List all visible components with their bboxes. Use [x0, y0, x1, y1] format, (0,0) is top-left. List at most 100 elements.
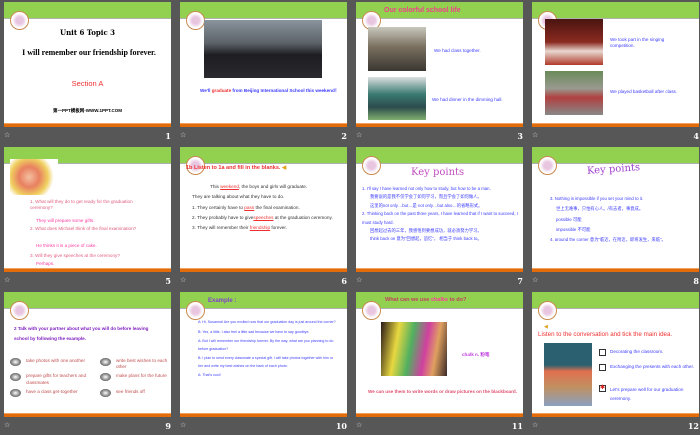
logo-icon — [538, 301, 557, 320]
slide-thumbnail-4[interactable]: We took part in the singing competition.… — [529, 0, 700, 145]
slide-3[interactable]: Our colorful school life We had class to… — [356, 2, 523, 127]
slide-title: I will remember our friendship forever. — [22, 48, 156, 57]
slide-thumbnail-11[interactable]: What can we use chalks to do? chalk n. 粉… — [353, 290, 529, 435]
option-1[interactable]: Decorating the classroom. — [599, 349, 695, 362]
slide-title: Our colorful school life — [384, 7, 461, 14]
animation-star-icon[interactable]: ☆ — [4, 131, 10, 139]
animation-star-icon[interactable]: ☆ — [532, 421, 538, 429]
chalk-photo — [381, 322, 447, 376]
footer-bar — [180, 123, 347, 127]
header-bar — [180, 292, 347, 309]
animation-star-icon[interactable]: ☆ — [4, 421, 10, 429]
checkbox[interactable] — [599, 364, 606, 371]
dining-hall-photo — [368, 77, 426, 120]
header-bar — [532, 292, 699, 309]
slide-6[interactable]: 1b Listen to 1a and fill in the blanks. … — [180, 147, 347, 272]
animation-star-icon[interactable]: ☆ — [180, 131, 186, 139]
students-illustration — [10, 159, 58, 195]
fill-blanks-text: This weekend, the boys and girls will gr… — [192, 184, 333, 231]
checkbox[interactable] — [599, 349, 606, 356]
slide-title: Example : — [208, 298, 237, 304]
checkbox-checked[interactable]: ✱ — [599, 385, 606, 392]
slide-10[interactable]: Example : A: Hi, Susanna! Are you excite… — [180, 292, 347, 417]
footer-bar — [356, 268, 523, 272]
option-2[interactable]: Exchanging the presents with each other. — [599, 362, 695, 385]
example-dialogue: A: Hi, Susanna! Are you excited now that… — [198, 320, 336, 378]
graduation-photo — [204, 20, 322, 78]
answer-2: He thinks it is a piece of cake. — [36, 243, 97, 248]
slide-caption: We can use them to write words or draw p… — [368, 389, 517, 394]
slide-number: 3 — [517, 131, 523, 141]
header-bar — [532, 2, 699, 19]
slide-thumbnail-7[interactable]: Key points 1. I'll say I have learned no… — [353, 145, 529, 290]
slide-caption: We'll graduate from Beijing Internationa… — [200, 88, 340, 93]
list-item: prepare gifts for teachers and classmate… — [10, 373, 100, 385]
animation-star-icon[interactable]: ☆ — [356, 276, 362, 284]
footer-bar — [4, 123, 171, 127]
slide-thumbnail-2[interactable]: We'll graduate from Beijing Internationa… — [177, 0, 353, 145]
key-points-text: 1. I'll say I have learned not only how … — [362, 186, 518, 242]
slide-number: 7 — [517, 276, 523, 286]
option-3[interactable]: ✱ Let's prepare well for our graduation c… — [599, 385, 695, 403]
slide-title: Key points — [586, 162, 641, 177]
bullet-icon — [100, 388, 111, 397]
list-item: see friends off — [100, 388, 170, 397]
question-1: 1. What will they do to get ready for th… — [30, 199, 133, 211]
slide-7[interactable]: Key points 1. I'll say I have learned no… — [356, 147, 523, 272]
animation-star-icon[interactable]: ☆ — [356, 131, 362, 139]
slide-thumbnail-10[interactable]: Example : A: Hi, Susanna! Are you excite… — [177, 290, 353, 435]
footer-bar — [532, 123, 699, 127]
bullet-icon — [100, 358, 111, 366]
logo-icon — [362, 301, 381, 320]
animation-star-icon[interactable]: ☆ — [4, 276, 10, 284]
header-bar — [356, 147, 523, 164]
footer-bar — [180, 413, 347, 417]
caption-1: We took part in the singing competition. — [610, 37, 665, 49]
singing-photo — [545, 19, 603, 65]
classroom-photo — [368, 27, 426, 71]
header-bar — [180, 2, 347, 19]
slide-thumbnail-3[interactable]: Our colorful school life We had class to… — [353, 0, 529, 145]
slide-5[interactable]: 1. What will they do to get ready for th… — [4, 147, 171, 272]
basketball-photo — [545, 71, 603, 115]
slide-thumbnail-8[interactable]: Key points 3. Nothing is impossible if y… — [529, 145, 700, 290]
caption-1: We had class together. — [434, 48, 481, 53]
slide-thumbnail-1[interactable]: Unit 6 Topic 3 I will remember our frien… — [1, 0, 177, 145]
bullet-icon — [100, 373, 111, 382]
speaker-icon[interactable]: ◀ — [544, 324, 548, 331]
slide-title: Key points — [411, 167, 465, 178]
header-bar — [180, 147, 347, 164]
slide-section: Section A — [71, 79, 104, 88]
slide-12[interactable]: ◀ Listen to the conversation and tick th… — [532, 292, 699, 417]
slide-4[interactable]: We took part in the singing competition.… — [532, 2, 699, 127]
slide-title: What can we use chalks to do? — [385, 297, 467, 303]
slide-1[interactable]: Unit 6 Topic 3 I will remember our frien… — [4, 2, 171, 127]
slide-9[interactable]: 2 Talk with your partner about what you … — [4, 292, 171, 417]
slide-thumbnail-12[interactable]: ◀ Listen to the conversation and tick th… — [529, 290, 700, 435]
animation-star-icon[interactable]: ☆ — [356, 421, 362, 429]
slide-8[interactable]: Key points 3. Nothing is impossible if y… — [532, 147, 699, 272]
slide-thumbnail-6[interactable]: 1b Listen to 1a and fill in the blanks. … — [177, 145, 353, 290]
slide-2[interactable]: We'll graduate from Beijing Internationa… — [180, 2, 347, 127]
animation-star-icon[interactable]: ☆ — [532, 276, 538, 284]
footer-bar — [4, 268, 171, 272]
animation-star-icon[interactable]: ☆ — [180, 276, 186, 284]
slide-thumbnail-9[interactable]: 2 Talk with your partner about what you … — [1, 290, 177, 435]
animation-star-icon[interactable]: ☆ — [532, 131, 538, 139]
answer-1: They will prepare some gifts. — [36, 218, 95, 223]
logo-icon — [10, 301, 29, 320]
animation-star-icon[interactable]: ☆ — [180, 421, 186, 429]
slide-number: 4 — [693, 131, 699, 141]
slide-unit: Unit 6 Topic 3 — [59, 28, 116, 37]
slide-thumbnail-5[interactable]: 1. What will they do to get ready for th… — [1, 145, 177, 290]
key-points-text: 3. Nothing is impossible if you set your… — [550, 196, 666, 243]
chalk-definition: chalk n. 粉笔 — [462, 352, 490, 357]
header-bar — [4, 2, 171, 19]
slide-11[interactable]: What can we use chalks to do? chalk n. 粉… — [356, 292, 523, 417]
slide-number: 9 — [165, 421, 171, 431]
slide-number: 5 — [165, 276, 171, 286]
footer-bar — [356, 413, 523, 417]
slide-number: 6 — [341, 276, 347, 286]
classroom-illustration — [544, 343, 592, 406]
logo-icon — [538, 156, 557, 175]
